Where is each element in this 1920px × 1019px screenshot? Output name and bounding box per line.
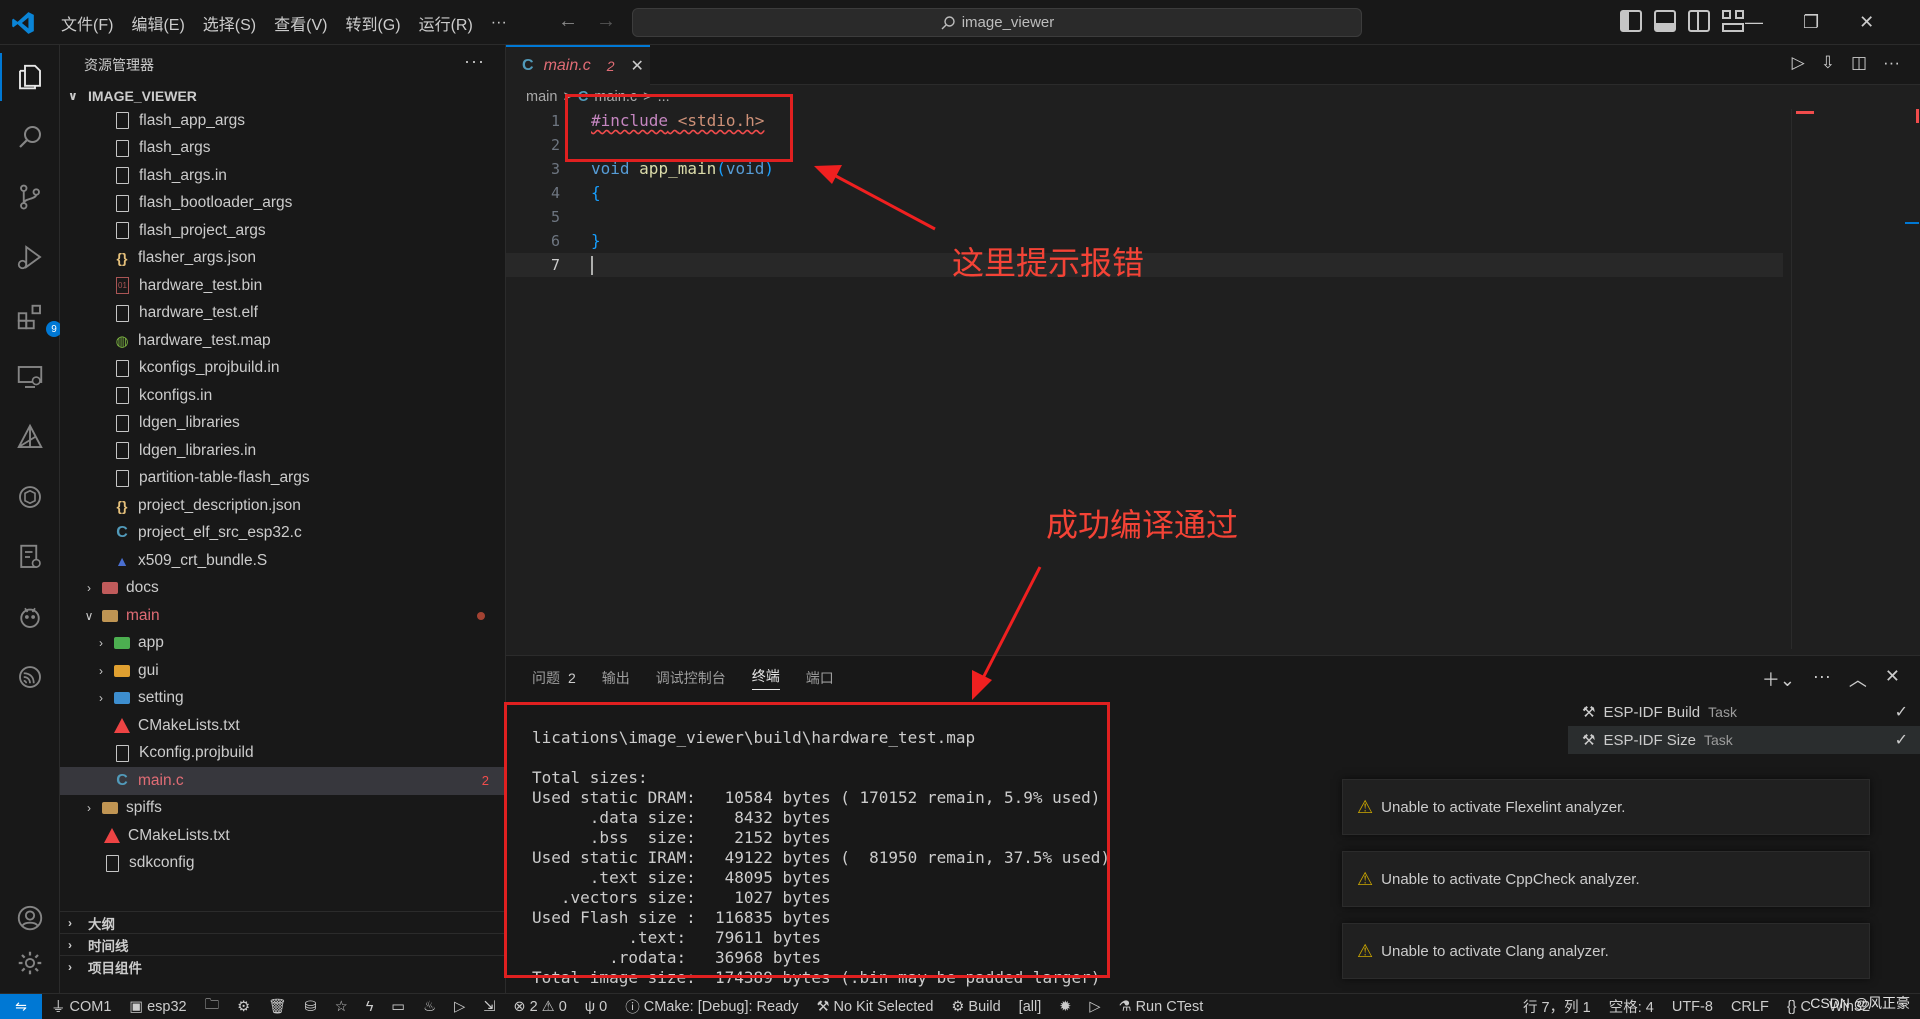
status-text: esp32 [147, 998, 187, 1015]
status-text: COM1 [69, 998, 112, 1015]
gear-icon: ⚙ [951, 998, 965, 1015]
status-cursor-position[interactable]: 行 7，列 1 [1514, 996, 1600, 1017]
status-database-icon[interactable]: ⛁ [296, 999, 326, 1015]
status-build[interactable]: ⚙ Build [942, 999, 1009, 1015]
status-eol[interactable]: CRLF [1722, 996, 1778, 1017]
status-cmake[interactable]: ⓘ CMake: [Debug]: Ready [616, 996, 807, 1017]
chip-icon: ▣ [129, 998, 144, 1015]
status-terminal-icon[interactable]: ▷ [445, 999, 474, 1015]
status-run-icon[interactable]: ▷ [1080, 999, 1109, 1015]
status-monitor-icon[interactable]: ▭ [382, 999, 414, 1015]
annotation-error-note: 这里提示报错 [952, 244, 1145, 282]
status-target[interactable]: ▣ esp32 [120, 999, 195, 1015]
status-settings-gear-icon[interactable]: ⚙ [228, 999, 259, 1015]
status-text: Run CTest [1135, 998, 1204, 1015]
flask-icon: ⚗ [1118, 998, 1132, 1015]
status-import-icon[interactable]: ⇲ [474, 999, 504, 1015]
annotation-arrowhead [814, 165, 842, 184]
status-encoding[interactable]: UTF-8 [1663, 996, 1722, 1017]
annotation-success-note: 成功编译通过 [1046, 506, 1239, 544]
status-ports-count[interactable]: ψ 0 [576, 999, 616, 1015]
status-ctest[interactable]: ⚗ Run CTest [1110, 999, 1213, 1015]
status-flash-icon[interactable]: ϟ [357, 999, 383, 1015]
status-open-folder-icon[interactable]: 🗀 [196, 994, 229, 1019]
annotation-arrows [814, 165, 1042, 700]
status-kit[interactable]: ⚒ No Kit Selected [807, 999, 942, 1015]
status-text: CMake: [Debug]: Ready [643, 998, 799, 1015]
status-indentation[interactable]: 空格: 4 [1600, 996, 1663, 1017]
status-problems[interactable]: ⊗ 2 ⚠ 0 [504, 999, 575, 1015]
status-debug-bug-icon[interactable]: ✹ [1050, 999, 1080, 1015]
info-icon: ⓘ [625, 1000, 640, 1016]
remote-indicator-icon[interactable]: ⇋ [0, 993, 42, 1019]
status-flame-icon[interactable]: ♨ [414, 999, 445, 1015]
watermark: CSDN @风正豪 [1810, 995, 1910, 1011]
plug-icon: ⏚ [51, 1000, 66, 1016]
status-text: Build [968, 998, 1001, 1015]
annotation-arrow-line [980, 566, 1042, 681]
annotation-arrowhead [972, 670, 992, 700]
status-build-target[interactable]: [all] [1010, 999, 1051, 1015]
tools-icon: ⚒ [816, 998, 830, 1015]
status-bar: ⇋ ⏚ COM1 ▣ esp32 🗀 ⚙ 🗑 ⛁ ☆ ϟ ▭ ♨ ▷ ⇲ ⊗ 2 ⚠… [0, 993, 1920, 1019]
status-trash-icon[interactable]: 🗑 [259, 998, 295, 1015]
annotation-arrow-line [831, 172, 936, 231]
status-port[interactable]: ⏚ COM1 [42, 996, 120, 1017]
status-text: No Kit Selected [833, 998, 934, 1015]
status-star-icon[interactable]: ☆ [326, 999, 357, 1015]
